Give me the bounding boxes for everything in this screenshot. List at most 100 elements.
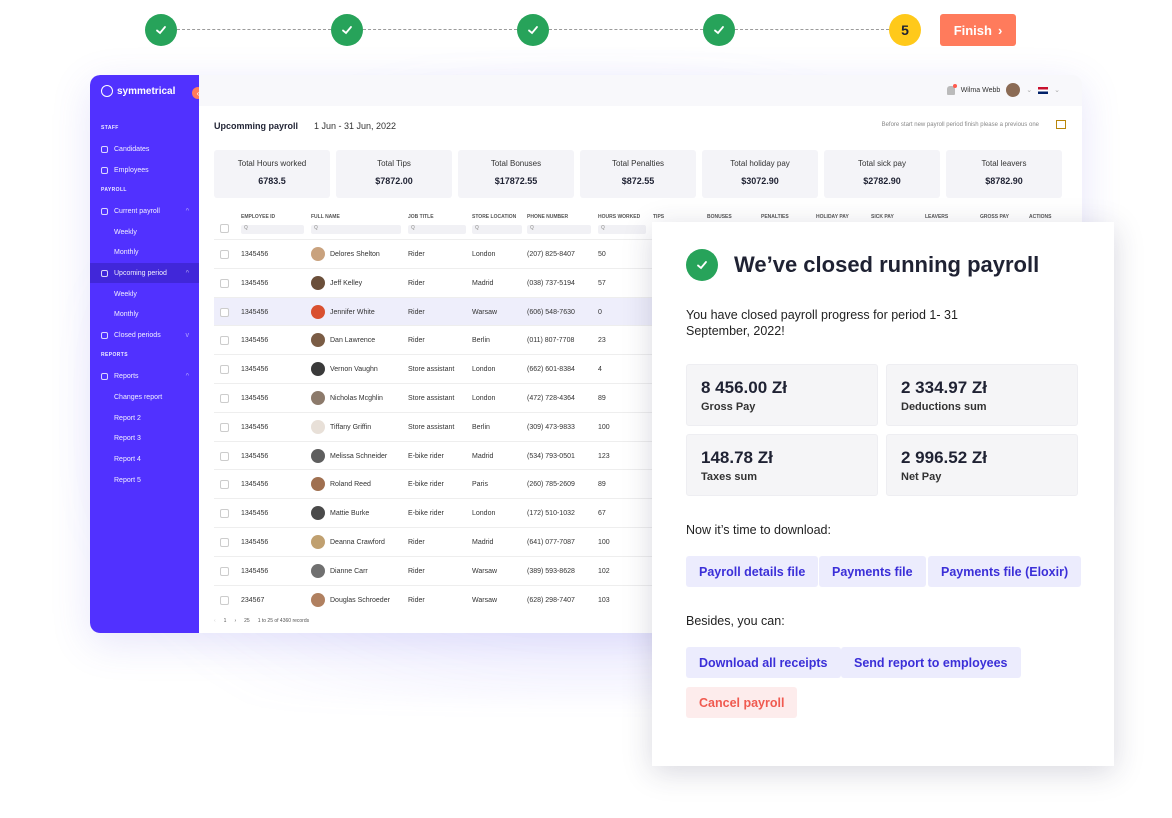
row-checkbox[interactable] (220, 480, 229, 490)
col-hours[interactable]: HOURS WORKED (598, 214, 640, 220)
payments-file-eloxir-button[interactable]: Payments file (Eloxir) (928, 556, 1082, 587)
cell-full-name[interactable]: Jennifer White (330, 309, 375, 316)
chevron-down-icon[interactable]: ⌄ (1026, 86, 1032, 94)
col-phone[interactable]: PHONE NUMBER (527, 214, 568, 220)
cell-full-name[interactable]: Dianne Carr (330, 568, 368, 575)
summary-label: Total Tips (377, 159, 411, 168)
sidebar-item-candidates[interactable]: Candidates (90, 139, 199, 159)
cell-employee-id: 1345456 (241, 337, 269, 345)
step-5-current[interactable]: 5 (889, 14, 921, 46)
cell-full-name[interactable]: Deanna Crawford (330, 539, 385, 546)
notification-bell-icon[interactable] (946, 83, 957, 95)
sidebar-item-upcoming-period[interactable]: Upcoming period ^ (90, 263, 199, 283)
cell-full-name[interactable]: Jeff Kelley (330, 280, 362, 287)
download-receipts-button[interactable]: Download all receipts (686, 647, 841, 678)
payments-file-button[interactable]: Payments file (819, 556, 926, 587)
col-sick-pay[interactable]: SICK PAY (871, 214, 894, 220)
prev-page-icon[interactable]: ‹ (214, 618, 216, 624)
sidebar-item-current-monthly[interactable]: Monthly (90, 242, 199, 262)
row-checkbox[interactable] (220, 566, 229, 576)
row-checkbox[interactable] (220, 278, 229, 288)
col-gross-pay[interactable]: GROSS PAY (980, 214, 1009, 220)
col-full-name[interactable]: FULL NAME (311, 214, 340, 220)
cell-store: Warsaw (472, 596, 498, 604)
cell-hours: 50 (598, 251, 606, 258)
col-job-title[interactable]: JOB TITLE (408, 214, 434, 220)
sidebar-item-report-3[interactable]: Report 3 (90, 428, 199, 448)
col-holiday-pay[interactable]: HOLIDAY PAY (816, 214, 849, 220)
finish-button[interactable]: Finish › (940, 14, 1016, 46)
step-4-complete[interactable] (703, 14, 735, 46)
row-checkbox[interactable] (220, 336, 229, 346)
chevron-down-icon[interactable]: ⌄ (1054, 86, 1060, 94)
sidebar-item-reports[interactable]: Reports ^ (90, 366, 199, 386)
filter-job-title[interactable]: Q (408, 225, 466, 234)
row-checkbox[interactable] (220, 422, 229, 432)
avatar (311, 506, 325, 521)
cell-full-name[interactable]: Delores Shelton (330, 251, 380, 258)
row-checkbox[interactable] (220, 451, 229, 461)
cell-full-name[interactable]: Tiffany Griffin (330, 424, 371, 431)
sidebar-item-employees[interactable]: Employees (90, 160, 199, 180)
step-connector (177, 29, 331, 30)
cell-hours: 102 (598, 567, 610, 575)
step-3-complete[interactable] (517, 14, 549, 46)
send-report-button[interactable]: Send report to employees (841, 647, 1021, 678)
sidebar-item-report-5[interactable]: Report 5 (90, 470, 199, 490)
filter-hours[interactable]: Q (598, 225, 646, 234)
cell-full-name[interactable]: Melissa Schneider (330, 453, 387, 460)
col-penalties[interactable]: PENALTIES (761, 214, 789, 220)
cell-hours: 89 (598, 481, 606, 489)
sidebar-item-report-4[interactable]: Report 4 (90, 449, 199, 469)
cell-full-name[interactable]: Roland Reed (330, 481, 371, 488)
filter-employee-id[interactable]: Q (241, 225, 304, 234)
sidebar-item-upcoming-monthly[interactable]: Monthly (90, 304, 199, 324)
brand-logo[interactable]: symmetrical (101, 85, 175, 97)
row-checkbox[interactable] (220, 365, 229, 375)
col-employee-id[interactable]: EMPLOYEE ID (241, 214, 275, 220)
next-page-icon[interactable]: › (234, 618, 236, 624)
sidebar-item-report-2[interactable]: Report 2 (90, 408, 199, 428)
cell-full-name[interactable]: Douglas Schroeder (330, 597, 390, 604)
row-checkbox[interactable] (220, 250, 229, 259)
cell-job-title: Rider (408, 279, 425, 287)
language-flag-icon[interactable] (1038, 86, 1049, 94)
row-checkbox[interactable] (220, 307, 229, 317)
cell-full-name[interactable]: Mattie Burke (330, 510, 369, 517)
row-checkbox[interactable] (220, 509, 229, 519)
sidebar-item-current-weekly[interactable]: Weekly (90, 222, 199, 242)
row-checkbox[interactable] (220, 393, 229, 403)
summary-value: $872.55 (621, 176, 655, 186)
payroll-details-file-button[interactable]: Payroll details file (686, 556, 819, 587)
sidebar-item-current-payroll[interactable]: Current payroll ^ (90, 201, 199, 221)
filter-full-name[interactable]: Q (311, 225, 401, 234)
per-page-select[interactable]: 25 (244, 618, 250, 624)
cell-full-name[interactable]: Nicholas Mcghlin (330, 395, 383, 402)
columns-icon[interactable] (1056, 120, 1066, 129)
col-bonuses[interactable]: BONUSES (707, 214, 732, 220)
step-2-complete[interactable] (331, 14, 363, 46)
step-1-complete[interactable] (145, 14, 177, 46)
cell-job-title: Rider (408, 596, 425, 604)
avatar[interactable] (1006, 83, 1021, 97)
sidebar-item-closed-periods[interactable]: Closed periods v (90, 325, 199, 345)
sidebar-item-changes-report[interactable]: Changes report (90, 387, 199, 407)
cell-full-name[interactable]: Vernon Vaughn (330, 366, 378, 373)
sidebar-item-label: Reports (114, 372, 139, 380)
cell-hours: 103 (598, 596, 610, 604)
col-store-location[interactable]: STORE LOCATION (472, 214, 516, 220)
row-checkbox[interactable] (220, 595, 229, 605)
user-menu[interactable]: Wilma Webb ⌄ ⌄ (946, 83, 1060, 97)
finish-label: Finish (953, 22, 992, 38)
col-tips[interactable]: TIPS (653, 214, 664, 220)
col-leavers[interactable]: LEAVERS (925, 214, 948, 220)
cancel-payroll-button[interactable]: Cancel payroll (686, 687, 798, 718)
filter-phone[interactable]: Q (527, 225, 591, 234)
summary-value: $3072.90 (741, 176, 779, 186)
filter-store[interactable]: Q (472, 225, 522, 234)
cell-full-name[interactable]: Dan Lawrence (330, 337, 375, 344)
row-checkbox[interactable] (220, 537, 229, 547)
current-page[interactable]: 1 (224, 618, 227, 624)
select-all-checkbox[interactable] (220, 224, 229, 233)
sidebar-item-upcoming-weekly[interactable]: Weekly (90, 284, 199, 304)
